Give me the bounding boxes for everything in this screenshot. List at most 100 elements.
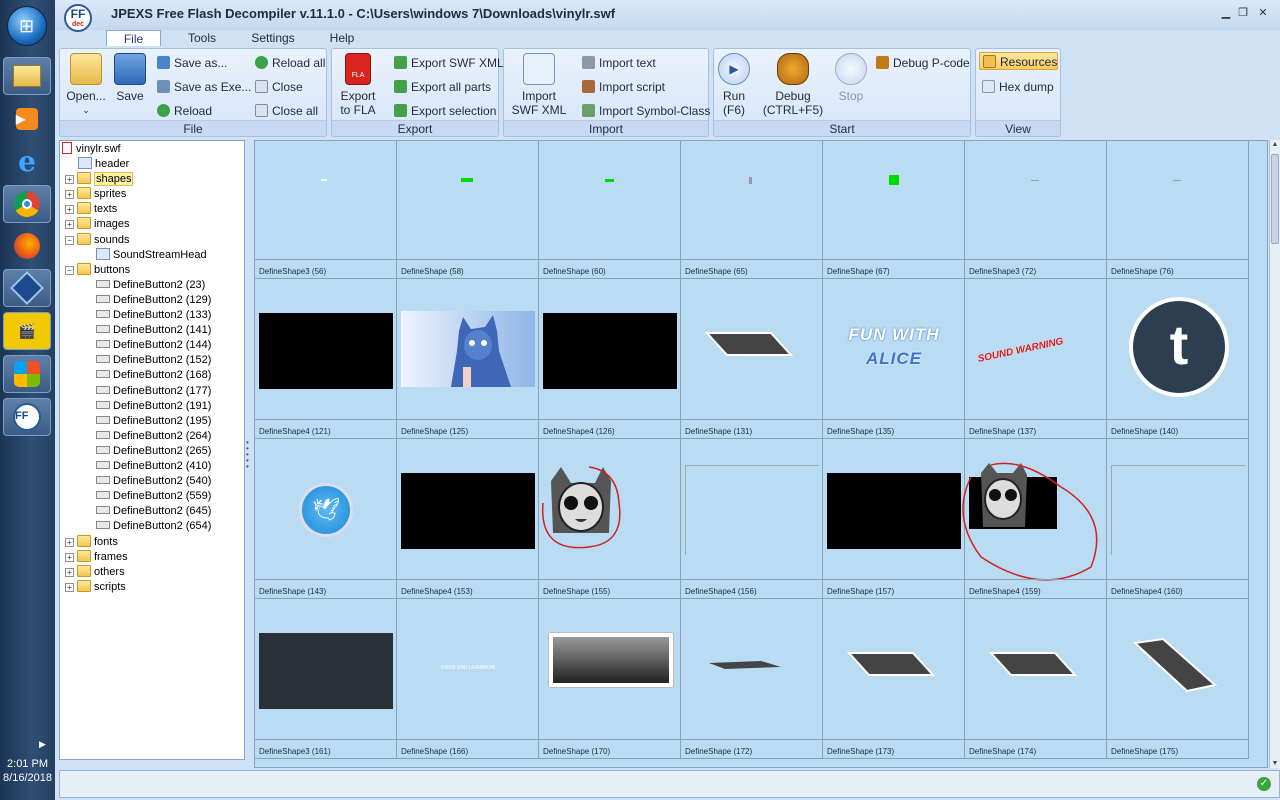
stop-button[interactable]: Stop (834, 53, 868, 103)
windows-media-icon[interactable] (3, 355, 51, 393)
system-clock[interactable]: 2:01 PM 8/16/2018 (0, 757, 55, 785)
tree-node[interactable]: header (65, 157, 129, 172)
scrollbar-thumb[interactable] (1271, 154, 1279, 244)
shape-cell[interactable]: DefineShape (170) (539, 599, 681, 759)
tab-file[interactable]: File (106, 30, 161, 46)
shape-cell[interactable]: DefineShape (174) (965, 599, 1107, 759)
shape-cell[interactable]: DefineShape (58) (397, 141, 539, 279)
shape-cell[interactable]: DefineShape (76) (1107, 141, 1249, 279)
tree-node[interactable]: DefineButton2 (168) (83, 368, 211, 383)
tree-node[interactable]: DefineButton2 (410) (83, 459, 211, 474)
shape-cell[interactable]: DefineShape4 (159) (962, 439, 1107, 599)
shape-cell[interactable]: DefineShape (67) (823, 141, 965, 279)
tree-node[interactable]: DefineButton2 (129) (83, 293, 211, 308)
tree-node[interactable]: DefineButton2 (144) (83, 338, 211, 353)
shape-cell[interactable]: DefineShape4 (156) (681, 439, 823, 599)
shape-cell[interactable]: FUN WITH ALICE DefineShape (135) (823, 279, 965, 439)
shape-cell[interactable]: DefineShape4 (126) (539, 279, 681, 439)
tree-node[interactable]: + others (65, 564, 125, 580)
import-text-button[interactable]: Import text (582, 54, 656, 72)
debug-pcode-button[interactable]: Debug P-code (876, 54, 970, 72)
shape-cell[interactable]: DefineShape4 (121) (255, 279, 397, 439)
tree-root[interactable]: vinylr.swf (62, 142, 121, 157)
chrome-icon[interactable] (3, 185, 51, 223)
tree-node[interactable]: SoundStreamHead (83, 247, 207, 263)
shape-cell[interactable]: ©2008 VINYLRAINBOW DefineShape (166) (397, 599, 539, 759)
save-button[interactable]: Save (112, 53, 148, 103)
export-selection-button[interactable]: Export selection (394, 102, 496, 120)
virtualbox-icon[interactable] (3, 269, 51, 307)
resource-tree[interactable]: vinylr.swf header + shapes + sprites + texts + im… (59, 140, 245, 760)
tab-settings[interactable]: Settings (243, 30, 303, 46)
show-hidden-icons-arrow-icon[interactable]: ▶ (39, 739, 46, 750)
close-icon[interactable]: ✕ (1255, 6, 1271, 20)
tree-expander-icon[interactable]: + (65, 175, 74, 185)
tree-node[interactable]: + texts (65, 202, 117, 217)
shape-cell[interactable]: t DefineShape (140) (1107, 279, 1249, 439)
scroll-up-icon[interactable]: ▲ (1270, 141, 1280, 148)
tree-node[interactable]: DefineButton2 (265) (83, 444, 211, 459)
tree-expander-icon[interactable]: − (65, 235, 74, 245)
tree-expander-icon[interactable]: + (65, 190, 74, 200)
shape-cell[interactable]: DefineShape (125) (397, 279, 539, 439)
app-logo-icon[interactable]: FF dec (64, 4, 92, 32)
export-swf-xml-button[interactable]: Export SWF XML (394, 54, 504, 72)
splitter-handle[interactable]: • • • • • (246, 439, 250, 471)
tree-node[interactable]: + images (65, 217, 129, 232)
tree-node[interactable]: DefineButton2 (191) (83, 399, 211, 414)
tree-expander-icon[interactable]: − (65, 265, 74, 275)
shape-cell[interactable]: DefineShape3 (72) (965, 141, 1107, 279)
tree-node[interactable]: DefineButton2 (540) (83, 474, 211, 489)
tree-node[interactable]: − sounds (65, 232, 129, 248)
tree-node[interactable]: DefineButton2 (133) (83, 308, 211, 323)
tree-expander-icon[interactable]: + (65, 582, 74, 592)
shape-cell[interactable]: DefineShape (60) (539, 141, 681, 279)
shape-cell[interactable]: 🕊 DefineShape (143) (255, 439, 397, 599)
debug-button[interactable]: Debug (CTRL+F5) (762, 53, 824, 117)
tree-node[interactable]: + scripts (65, 579, 126, 595)
jpexs-ffdec-icon[interactable]: FF (3, 398, 51, 436)
export-to-fla-button[interactable]: FLA Export to FLA (336, 53, 380, 117)
import-swf-xml-button[interactable]: Import SWF XML (510, 53, 568, 117)
open-dropdown-arrow-icon[interactable]: ⌄ (64, 103, 108, 117)
shape-cell[interactable]: DefineShape (155) (539, 439, 681, 599)
tree-expander-icon[interactable]: + (65, 537, 74, 547)
import-script-button[interactable]: Import script (582, 78, 665, 96)
resources-button[interactable]: Resources (979, 52, 1058, 70)
tree-node[interactable]: + sprites (65, 187, 126, 202)
shape-cell[interactable]: DefineShape (173) (823, 599, 965, 759)
gallery-scrollbar[interactable]: ▲ ▼ (1269, 140, 1280, 768)
tree-node[interactable]: DefineButton2 (23) (83, 278, 205, 293)
tab-help[interactable]: Help (321, 30, 363, 46)
tree-node[interactable]: DefineButton2 (141) (83, 323, 211, 338)
run-button[interactable]: ▶ Run (F6) (716, 53, 752, 117)
tree-node[interactable]: + frames (65, 549, 128, 565)
open-button[interactable]: Open... ⌄ (64, 53, 108, 117)
video-editor-icon[interactable]: 🎬 (3, 312, 51, 350)
tree-expander-icon[interactable]: + (65, 220, 74, 230)
tree-node[interactable]: DefineButton2 (177) (83, 384, 211, 399)
tree-expander-icon[interactable]: + (65, 205, 74, 215)
tree-node[interactable]: + shapes (65, 172, 134, 187)
close-all-button[interactable]: Close all (255, 102, 318, 120)
close-button[interactable]: Close (255, 78, 303, 96)
tree-node[interactable]: DefineButton2 (559) (83, 489, 211, 504)
export-all-parts-button[interactable]: Export all parts (394, 78, 491, 96)
firefox-icon[interactable] (3, 227, 51, 265)
shape-cell[interactable]: DefineShape3 (161) (255, 599, 397, 759)
save-as-button[interactable]: Save as... (157, 54, 227, 72)
tree-node[interactable]: DefineButton2 (264) (83, 429, 211, 444)
shape-cell[interactable]: DefineShape4 (160) (1107, 439, 1249, 599)
import-symbol-class-button[interactable]: Import Symbol-Class (582, 102, 710, 120)
shape-cell[interactable]: DefineShape (131) (681, 279, 823, 439)
reload-button[interactable]: Reload (157, 102, 212, 120)
scroll-down-icon[interactable]: ▼ (1270, 760, 1280, 767)
tree-node[interactable]: DefineButton2 (195) (83, 414, 211, 429)
shape-gallery[interactable]: DefineShape3 (56) DefineShape (58) DefineS… (254, 140, 1268, 768)
shape-cell[interactable]: DefineShape (172) (681, 599, 823, 759)
tree-node[interactable]: + fonts (65, 534, 118, 550)
tree-expander-icon[interactable]: + (65, 552, 74, 562)
shape-cell[interactable]: DefineShape4 (153) (397, 439, 539, 599)
minimize-icon[interactable]: ▁ (1218, 6, 1234, 20)
shape-cell[interactable]: DefineShape (175) (1107, 599, 1249, 759)
